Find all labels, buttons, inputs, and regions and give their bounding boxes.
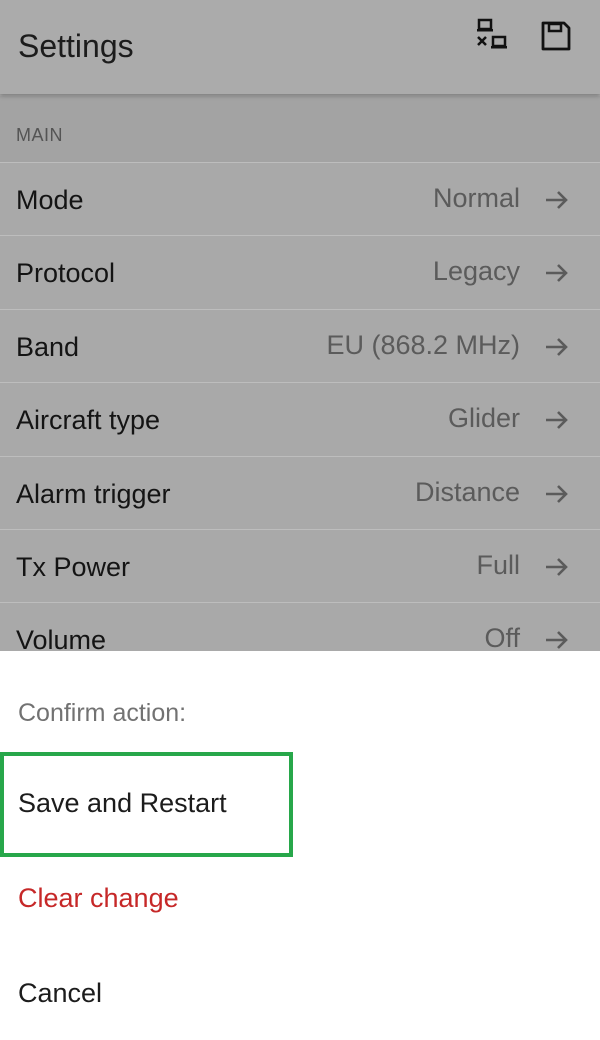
section-header-main: MAIN	[0, 96, 600, 162]
setting-row-aircraft-type[interactable]: Aircraft type Glider	[0, 382, 600, 456]
arrow-right-icon	[546, 191, 568, 209]
setting-value: EU (868.2 MHz)	[326, 329, 520, 360]
setting-label: Aircraft type	[16, 405, 161, 436]
disconnect-button[interactable]	[472, 16, 512, 56]
setting-row-alarm-trigger[interactable]: Alarm trigger Distance	[0, 455, 600, 529]
save-and-restart-option[interactable]: Save and Restart	[0, 752, 600, 847]
sheet-title: Confirm action:	[18, 699, 187, 727]
option-label: Save and Restart	[18, 788, 227, 818]
save-button[interactable]	[536, 16, 576, 56]
disconnect-icon	[477, 18, 507, 49]
clear-change-option[interactable]: Clear change	[0, 847, 600, 942]
page-title: Settings	[18, 28, 134, 64]
setting-value: Legacy	[432, 256, 520, 287]
option-label: Cancel	[18, 978, 103, 1008]
setting-label: Band	[16, 331, 80, 362]
confirm-action-sheet: Confirm action: Save and Restart Clear c…	[0, 651, 600, 1040]
setting-label: Alarm trigger	[16, 478, 171, 509]
setting-row-band[interactable]: Band EU (868.2 MHz)	[0, 308, 600, 383]
setting-label: Mode	[16, 185, 84, 215]
setting-row-protocol[interactable]: Protocol Legacy	[0, 235, 600, 309]
setting-row-mode[interactable]: Mode Normal	[0, 162, 600, 236]
save-icon	[541, 21, 571, 51]
setting-value: Glider	[447, 403, 520, 434]
setting-value: Distance	[414, 476, 520, 507]
cancel-option[interactable]: Cancel	[0, 942, 600, 1037]
arrow-right-icon	[546, 337, 568, 356]
setting-row-tx-power[interactable]: Tx Power Full	[0, 528, 600, 603]
arrow-right-icon	[546, 411, 568, 430]
setting-value: Normal	[432, 183, 520, 213]
setting-label: Tx Power	[16, 551, 131, 582]
arrow-right-icon	[546, 264, 568, 283]
setting-label: Protocol	[16, 258, 116, 289]
option-label: Clear change	[18, 883, 179, 913]
setting-value: Full	[476, 549, 520, 580]
app-bar: Settings	[0, 0, 600, 94]
setting-value: Off	[484, 623, 520, 654]
arrow-right-icon	[546, 631, 568, 650]
section-header-label: MAIN	[16, 125, 63, 145]
arrow-right-icon	[546, 558, 568, 576]
settings-list: Mode Normal Protocol Legacy Band EU (868…	[0, 162, 600, 676]
arrow-right-icon	[546, 484, 568, 503]
